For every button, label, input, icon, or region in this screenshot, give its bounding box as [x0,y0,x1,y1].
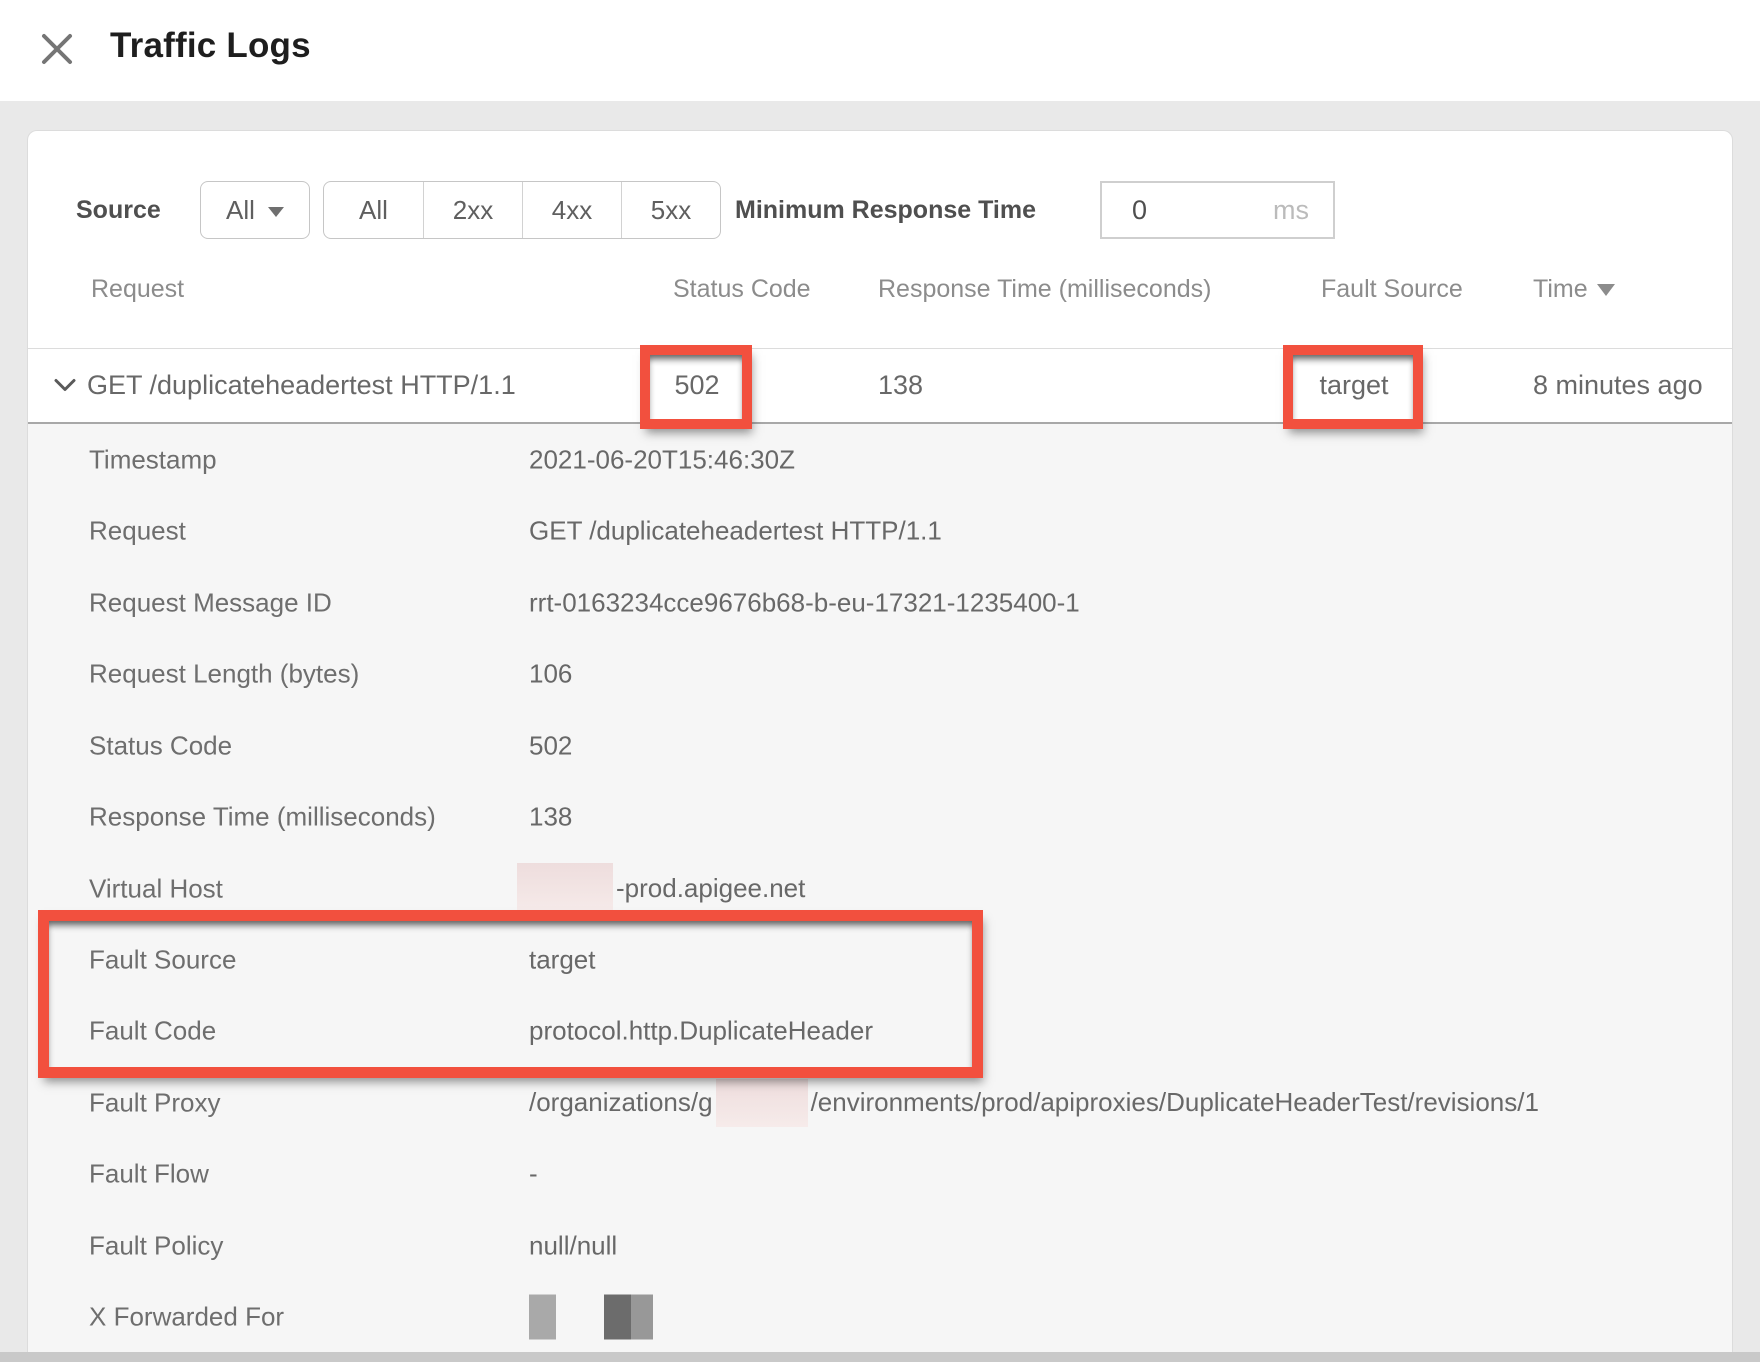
page-bottom-edge [0,1352,1760,1362]
source-dropdown[interactable]: All [200,181,310,239]
row-response-time: 138 [878,349,923,422]
sort-descending-icon [1597,284,1615,296]
column-header-fault-source: Fault Source [1321,271,1463,307]
detail-label: Response Time (milliseconds) [89,802,436,833]
min-response-time-label: Minimum Response Time [735,181,1036,239]
page-title: Traffic Logs [110,26,311,66]
detail-value: 138 [529,802,572,833]
detail-row-request-message-id: Request Message ID rrt-0163234cce9676b68… [28,567,1732,638]
row-status-code: 502 [641,349,753,422]
detail-value-text: /organizations/g [529,1087,713,1118]
column-header-status-code: Status Code [673,271,811,307]
detail-value: null/null [529,1230,617,1261]
detail-row-fault-policy: Fault Policy null/null [28,1210,1732,1281]
detail-row-x-forwarded-for: X Forwarded For [28,1282,1732,1353]
detail-value: rrt-0163234cce9676b68-b-eu-17321-1235400… [529,587,1080,618]
detail-value: - [529,1159,538,1190]
detail-row-fault-source: Fault Source target [28,924,1732,995]
top-header: Traffic Logs [0,0,1760,101]
detail-value: GET /duplicateheadertest HTTP/1.1 [529,516,942,547]
detail-label: Fault Source [89,945,236,976]
detail-row-timestamp: Timestamp 2021-06-20T15:46:30Z [28,424,1732,495]
row-request: GET /duplicateheadertest HTTP/1.1 [87,349,516,422]
detail-row-status-code: Status Code 502 [28,710,1732,781]
redaction-block [517,863,613,915]
min-response-time-input[interactable] [1102,195,1222,226]
detail-label: Virtual Host [89,873,223,904]
detail-row-fault-flow: Fault Flow - [28,1139,1732,1210]
log-row[interactable]: GET /duplicateheadertest HTTP/1.1 502 13… [28,349,1732,422]
status-filter-all[interactable]: All [324,182,423,238]
detail-row-virtual-host: Virtual Host -prod.apigee.net [28,853,1732,924]
status-filter-5xx[interactable]: 5xx [621,182,720,238]
detail-label: X Forwarded For [89,1302,284,1333]
min-response-time-unit: ms [1273,195,1309,226]
redaction-block [604,1295,653,1340]
detail-label: Request [89,516,186,547]
source-label: Source [76,181,161,239]
detail-label: Fault Code [89,1016,216,1047]
detail-value [529,1295,653,1340]
detail-value: 502 [529,730,572,761]
row-time: 8 minutes ago [1533,349,1703,422]
close-button[interactable] [34,27,80,73]
detail-label: Timestamp [89,444,217,475]
row-fault-source: target [1284,349,1424,422]
column-header-time-sort[interactable]: Time [1533,271,1615,307]
detail-value: 2021-06-20T15:46:30Z [529,444,795,475]
detail-value: -prod.apigee.net [529,863,805,915]
column-header-response-time: Response Time (milliseconds) [878,271,1211,307]
close-icon [37,57,77,72]
detail-label: Request Length (bytes) [89,659,359,690]
chevron-down-icon [268,207,284,217]
chevron-expand-icon[interactable] [54,378,76,397]
detail-label: Fault Proxy [89,1087,221,1118]
detail-label: Fault Policy [89,1230,223,1261]
detail-row-request: Request GET /duplicateheadertest HTTP/1.… [28,495,1732,566]
detail-label: Fault Flow [89,1159,209,1190]
status-filter-2xx[interactable]: 2xx [423,182,522,238]
detail-label: Status Code [89,730,232,761]
column-header-time-label: Time [1533,271,1588,307]
detail-value: target [529,945,596,976]
source-dropdown-value: All [226,195,255,226]
redaction-block [716,1079,808,1127]
detail-row-request-length: Request Length (bytes) 106 [28,638,1732,709]
detail-label: Request Message ID [89,587,332,618]
status-filter-group: All 2xx 4xx 5xx [323,181,721,239]
detail-value: 106 [529,659,572,690]
detail-value-text: -prod.apigee.net [616,873,805,904]
detail-row-fault-proxy: Fault Proxy /organizations/g /environmen… [28,1067,1732,1138]
detail-row-response-time: Response Time (milliseconds) 138 [28,781,1732,852]
traffic-logs-panel: Source All All 2xx 4xx 5xx Minimum Respo… [27,130,1733,1352]
detail-value: protocol.http.DuplicateHeader [529,1016,873,1047]
column-header-request: Request [91,271,184,307]
log-detail-panel: Timestamp 2021-06-20T15:46:30Z Request G… [28,422,1732,1353]
detail-value-text: /environments/prod/apiproxies/DuplicateH… [811,1087,1539,1118]
redaction-block [529,1295,556,1340]
detail-value: /organizations/g /environments/prod/apip… [529,1079,1539,1127]
status-filter-4xx[interactable]: 4xx [522,182,621,238]
detail-row-fault-code: Fault Code protocol.http.DuplicateHeader [28,996,1732,1067]
min-response-time-field: ms [1100,181,1335,239]
